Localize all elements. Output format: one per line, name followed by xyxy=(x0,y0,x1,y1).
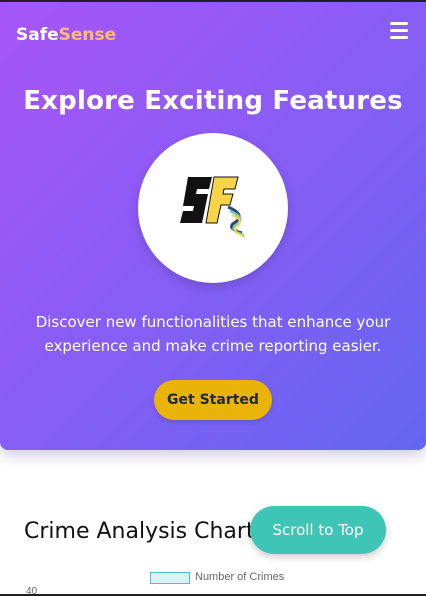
scroll-to-top-button[interactable]: Scroll to Top xyxy=(250,506,386,554)
get-started-button[interactable]: Get Started xyxy=(154,380,272,420)
hamburger-menu-icon[interactable] xyxy=(390,21,410,39)
hero-title: Explore Exciting Features xyxy=(23,86,403,116)
crime-chart: Number of Crimes 40 xyxy=(0,566,426,596)
legend-label: Number of Crimes xyxy=(195,571,285,583)
safesense-logo-icon xyxy=(180,176,246,238)
page: SafeSense Explore Exciting Features Disc… xyxy=(0,0,426,596)
brand-name-part1: Safe xyxy=(16,25,59,45)
hero-description: Discover new functionalities that enhanc… xyxy=(35,313,391,355)
brand-name-part2: Sense xyxy=(58,25,117,45)
chart-section-title: Crime Analysis Chart xyxy=(24,519,255,544)
brand-logo[interactable]: SafeSense xyxy=(16,24,116,46)
logo-circle xyxy=(138,133,288,283)
legend-swatch[interactable] xyxy=(150,572,190,584)
hero-section: SafeSense Explore Exciting Features Disc… xyxy=(0,2,426,450)
